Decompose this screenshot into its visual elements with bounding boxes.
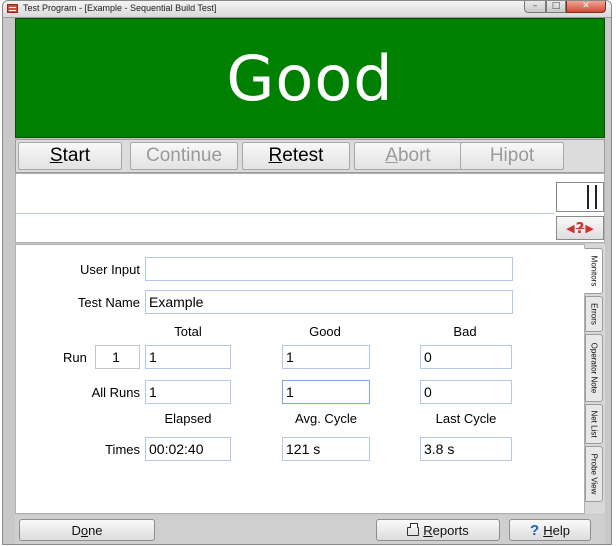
reports-mnemonic: R: [423, 522, 433, 538]
retest-mnemonic: R: [268, 145, 283, 166]
run-good-field: 1: [282, 345, 370, 369]
times-label: Times: [105, 442, 140, 457]
message-panel: ◀ ? ▶: [15, 173, 605, 243]
done-button[interactable]: Done: [19, 519, 155, 541]
maximize-button[interactable]: □: [546, 1, 566, 13]
left-arrow-icon: ◀: [566, 221, 575, 235]
reports-label-rest: eports: [432, 522, 469, 538]
done-label-start: D: [71, 522, 81, 538]
abort-mnemonic: A: [385, 145, 398, 166]
run-label: Run: [63, 350, 87, 365]
tab-operator-note-label: Operator Note: [589, 342, 599, 394]
tab-probe-view[interactable]: Probe View: [585, 446, 603, 502]
title-bar[interactable]: Test Program - [Example - Sequential Bui…: [3, 1, 611, 18]
message-line-2: [16, 214, 554, 241]
continue-button[interactable]: Continue: [130, 142, 238, 170]
run-bad-field: 0: [420, 345, 512, 369]
tab-monitors[interactable]: Monitors: [584, 248, 603, 294]
tab-monitors-label: Monitors: [589, 255, 598, 287]
app-window: Test Program - [Example - Sequential Bui…: [2, 0, 612, 545]
test-control-bar: Start Continue Retest Abort Hipot: [15, 139, 605, 173]
done-label: Done: [71, 523, 102, 538]
start-mnemonic: S: [49, 145, 63, 166]
printer-icon: [407, 522, 420, 536]
window-title: Test Program - [Example - Sequential Bui…: [23, 3, 217, 13]
all-runs-label: All Runs: [91, 385, 140, 400]
retest-label: etest: [282, 145, 324, 166]
question-icon: ?: [530, 521, 540, 539]
tab-errors[interactable]: Errors: [585, 296, 603, 332]
app-icon: [7, 4, 18, 13]
test-name-label: Test Name: [77, 295, 140, 310]
status-banner: Good: [15, 18, 605, 138]
help-label-rest: elp: [552, 522, 570, 538]
message-line-1: [16, 184, 554, 214]
start-label: tart: [62, 145, 91, 166]
side-tab-strip: Monitors Errors Operator Note Net List P…: [584, 244, 605, 514]
indicator-box: [556, 182, 604, 212]
all-runs-bad-field: 0: [420, 380, 512, 404]
monitors-panel: User Input Test Name Example Total Good …: [15, 244, 585, 514]
maximize-icon: □: [551, 1, 561, 11]
good-column-header: Good: [309, 324, 341, 339]
last-cycle-column-header: Last Cycle: [435, 411, 497, 426]
abort-button[interactable]: Abort: [354, 142, 462, 170]
tab-errors-label: Errors: [589, 303, 599, 325]
run-number-field: 1: [95, 345, 140, 369]
hipot-button[interactable]: Hipot: [460, 142, 564, 170]
avg-cycle-field: 121 s: [282, 437, 370, 461]
user-input-label: User Input: [80, 262, 140, 277]
user-input-field[interactable]: [145, 257, 513, 281]
prev-help-next-button[interactable]: ◀ ? ▶: [556, 216, 604, 240]
reports-label: Reports: [423, 523, 469, 538]
minimize-button[interactable]: –: [524, 1, 546, 13]
tab-operator-note[interactable]: Operator Note: [585, 334, 603, 402]
right-arrow-icon: ▶: [585, 221, 594, 235]
help-label: Help: [543, 523, 570, 538]
tab-net-list[interactable]: Net List: [585, 404, 603, 444]
all-runs-good-field: 1: [282, 380, 370, 404]
bottom-button-bar: Done Reports ? Help: [15, 515, 605, 544]
help-button[interactable]: ? Help: [509, 519, 591, 541]
tab-net-list-label: Net List: [589, 410, 599, 438]
total-column-header: Total: [174, 324, 202, 339]
avg-cycle-column-header: Avg. Cycle: [295, 411, 357, 426]
elapsed-field: 00:02:40: [145, 437, 231, 461]
done-mnemonic: o: [80, 522, 89, 538]
retest-button[interactable]: Retest: [242, 142, 350, 170]
close-icon: ✕: [582, 1, 590, 11]
reports-button[interactable]: Reports: [376, 519, 500, 541]
done-label-end: ne: [88, 522, 103, 538]
help-question-icon: ?: [575, 218, 585, 237]
help-mnemonic: H: [543, 522, 553, 538]
minimize-icon: –: [532, 1, 538, 11]
close-button[interactable]: ✕: [566, 1, 606, 13]
test-name-field[interactable]: Example: [145, 290, 513, 314]
tab-probe-view-label: Probe View: [589, 453, 599, 495]
bad-column-header: Bad: [453, 324, 477, 339]
abort-label: bort: [397, 145, 431, 166]
status-text: Good: [226, 42, 394, 115]
hipot-label: Hipot: [489, 145, 535, 166]
continue-label: Continue: [145, 145, 223, 166]
start-button[interactable]: Start: [18, 142, 122, 170]
run-total-field: 1: [145, 345, 231, 369]
last-cycle-field: 3.8 s: [420, 437, 512, 461]
all-runs-total-field: 1: [145, 380, 231, 404]
elapsed-column-header: Elapsed: [164, 411, 212, 426]
